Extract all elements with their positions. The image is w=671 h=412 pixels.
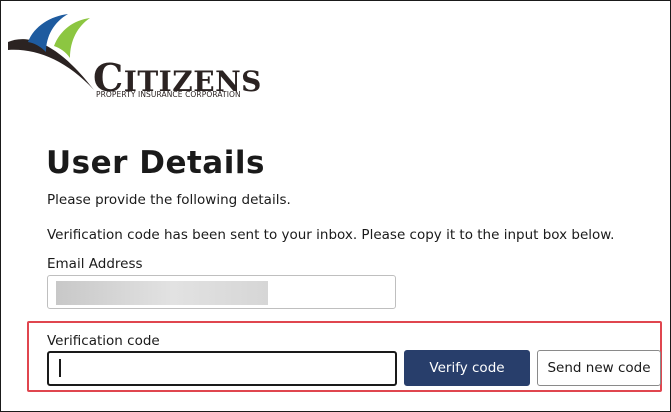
send-new-code-button[interactable]: Send new code xyxy=(537,350,661,386)
citizens-logo: CITIZENS PROPERTY INSURANCE CORPORATION xyxy=(6,12,261,102)
email-value-redacted xyxy=(56,281,268,305)
instructions-text: Please provide the following details. xyxy=(47,192,291,208)
verification-code-input[interactable] xyxy=(47,351,397,386)
text-cursor xyxy=(59,359,61,377)
logo-tagline: PROPERTY INSURANCE CORPORATION xyxy=(96,90,241,99)
verify-code-button[interactable]: Verify code xyxy=(404,350,530,386)
verification-notice: Verification code has been sent to your … xyxy=(47,227,615,243)
verification-code-label: Verification code xyxy=(47,333,160,349)
citizens-swoosh-icon xyxy=(8,14,94,90)
page-title: User Details xyxy=(46,145,265,181)
email-label: Email Address xyxy=(47,256,143,272)
email-field[interactable] xyxy=(47,275,396,309)
